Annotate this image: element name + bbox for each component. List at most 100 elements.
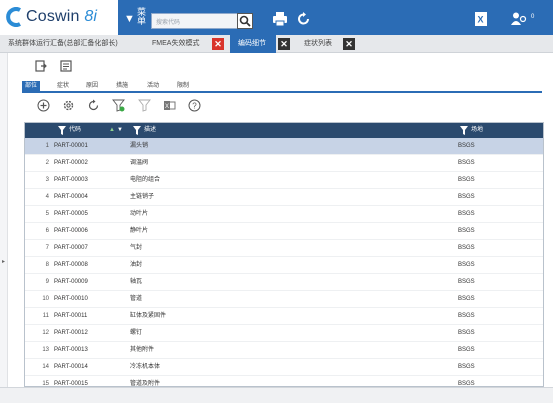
export-excel-icon[interactable]: X <box>163 99 176 112</box>
grid-header: 代码 ▲ ▼ 描述 场地 <box>25 123 543 138</box>
tab-symptom-list[interactable]: 症状列表 <box>296 35 342 53</box>
filter-icon[interactable] <box>460 126 468 135</box>
table-row[interactable]: 5 PART-00005 动叶片 BSGS <box>25 206 543 223</box>
site-cell: BSGS <box>458 228 475 234</box>
description-cell: 缸体及紧固件 <box>130 313 167 319</box>
search-input[interactable]: 搜索代码 <box>151 13 238 29</box>
data-grid: 代码 ▲ ▼ 描述 场地 1 PART-00001 漏头销 BSGS 2 PART-000… <box>24 122 544 387</box>
left-collapse-strip[interactable]: ▸ <box>0 53 8 403</box>
table-row[interactable]: 11 PART-00011 缸体及紧固件 BSGS <box>25 308 543 325</box>
table-row[interactable]: 13 PART-00013 其他附件 BSGS <box>25 342 543 359</box>
print-icon[interactable] <box>272 11 288 27</box>
row-number-cell: 4 <box>45 194 49 200</box>
description-cell: 管道及附件 <box>130 381 161 387</box>
site-cell: BSGS <box>458 160 475 166</box>
table-row[interactable]: 3 PART-00003 电阻的组合 BSGS <box>25 172 543 189</box>
tab-system-group[interactable]: 系统群体运行汇备(总部汇备化部长) <box>0 35 142 53</box>
exit-icon[interactable] <box>35 60 47 72</box>
site-cell: BSGS <box>458 177 475 183</box>
table-row[interactable]: 4 PART-00004 主链销子 BSGS <box>25 189 543 206</box>
subtab-measure[interactable]: 措施 <box>113 81 131 93</box>
document-tabs: 系统群体运行汇备(总部汇备化部长) FMEA失效模式 ✕ 编码细节 ✕ 症状列表… <box>0 35 553 53</box>
subtab-cause[interactable]: 原因 <box>83 81 101 93</box>
table-row[interactable]: 1 PART-00001 漏头销 BSGS <box>25 138 543 155</box>
site-cell: BSGS <box>458 313 475 319</box>
top-bar: Coswin 8i 菜单 ▼ 搜索代码 X 0 <box>0 0 553 35</box>
description-cell: 主链销子 <box>130 194 155 200</box>
menu-button[interactable]: 菜单 <box>137 8 149 26</box>
search-placeholder: 搜索代码 <box>156 20 181 26</box>
description-cell: 其他附件 <box>130 347 155 353</box>
site-cell: BSGS <box>458 279 475 285</box>
svg-text:X: X <box>165 104 169 110</box>
tab-label: 系统群体运行汇备(总部汇备化部长) <box>8 40 118 47</box>
code-cell: PART-00012 <box>54 330 88 336</box>
tab-label: FMEA失效模式 <box>152 40 200 47</box>
table-row[interactable]: 10 PART-00010 管道 BSGS <box>25 291 543 308</box>
description-cell: 螺钉 <box>130 330 143 336</box>
site-cell: BSGS <box>458 296 475 302</box>
help-icon[interactable]: ? <box>188 99 201 112</box>
site-cell: BSGS <box>458 245 475 251</box>
sub-tabs: 部位 症状 原因 措施 活动 限制 <box>22 80 542 93</box>
subtab-limit[interactable]: 限制 <box>174 81 192 93</box>
chevron-right-icon[interactable]: ▸ <box>2 258 5 265</box>
row-number-cell: 5 <box>45 211 49 217</box>
refresh-icon[interactable] <box>296 11 312 27</box>
row-number-cell: 8 <box>45 262 49 268</box>
table-row[interactable]: 15 PART-00015 管道及附件 BSGS <box>25 376 543 387</box>
close-tab-code-detail-icon[interactable]: ✕ <box>278 38 290 50</box>
subtab-symptom[interactable]: 症状 <box>54 81 72 93</box>
column-header-site[interactable]: 场地 <box>471 123 483 138</box>
subtab-part[interactable]: 部位 <box>22 81 41 93</box>
description-cell: 轴瓦 <box>130 279 143 285</box>
description-cell: 油封 <box>130 262 143 268</box>
description-cell: 动叶片 <box>130 211 149 217</box>
code-cell: PART-00001 <box>54 143 88 149</box>
description-cell: 静叶片 <box>130 228 149 234</box>
column-header-code[interactable]: 代码 <box>69 123 81 138</box>
reload-icon[interactable] <box>87 99 100 112</box>
filter-icon[interactable] <box>58 126 66 135</box>
table-row[interactable]: 7 PART-00007 气封 BSGS <box>25 240 543 257</box>
table-row[interactable]: 9 PART-00009 轴瓦 BSGS <box>25 274 543 291</box>
subtab-activity[interactable]: 活动 <box>144 81 162 93</box>
code-cell: PART-00007 <box>54 245 88 251</box>
sort-desc-icon[interactable]: ▼ <box>117 123 123 138</box>
tab-label: 症状列表 <box>304 40 332 47</box>
search-icon <box>239 15 251 27</box>
table-row[interactable]: 12 PART-00012 螺钉 BSGS <box>25 325 543 342</box>
user-badge: 0 <box>531 14 535 20</box>
add-icon[interactable] <box>37 99 50 112</box>
code-cell: PART-00015 <box>54 381 88 387</box>
code-cell: PART-00003 <box>54 177 88 183</box>
user-icon[interactable] <box>510 11 528 27</box>
site-cell: BSGS <box>458 347 475 353</box>
site-cell: BSGS <box>458 211 475 217</box>
column-header-desc[interactable]: 描述 <box>144 123 156 138</box>
close-tab-fmea-icon[interactable]: ✕ <box>212 38 224 50</box>
excel-icon[interactable]: X <box>473 11 489 27</box>
filter-icon[interactable] <box>133 126 141 135</box>
notes-icon[interactable] <box>60 60 72 72</box>
row-number-cell: 13 <box>42 347 49 353</box>
table-row[interactable]: 8 PART-00008 油封 BSGS <box>25 257 543 274</box>
table-row[interactable]: 14 PART-00014 冷冻机本体 BSGS <box>25 359 543 376</box>
tab-fmea[interactable]: FMEA失效模式 <box>144 35 210 53</box>
row-number-cell: 2 <box>45 160 49 166</box>
chevron-down-icon[interactable]: ▼ <box>124 13 135 25</box>
sort-asc-icon[interactable]: ▲ <box>109 123 115 138</box>
search-button[interactable] <box>237 13 253 29</box>
logo-text: Coswin 8i <box>26 8 98 25</box>
filter-add-icon[interactable] <box>112 99 125 112</box>
table-row[interactable]: 2 PART-00002 调温阀 BSGS <box>25 155 543 172</box>
close-tab-symptom-list-icon[interactable]: ✕ <box>343 38 355 50</box>
settings-icon[interactable] <box>62 99 75 112</box>
tab-code-detail[interactable]: 编码细节 <box>230 35 276 53</box>
code-cell: PART-00004 <box>54 194 88 200</box>
filter-clear-icon[interactable] <box>138 99 151 112</box>
table-row[interactable]: 6 PART-00006 静叶片 BSGS <box>25 223 543 240</box>
description-cell: 管道 <box>130 296 143 302</box>
description-cell: 气封 <box>130 245 143 251</box>
description-cell: 电阻的组合 <box>130 177 161 183</box>
